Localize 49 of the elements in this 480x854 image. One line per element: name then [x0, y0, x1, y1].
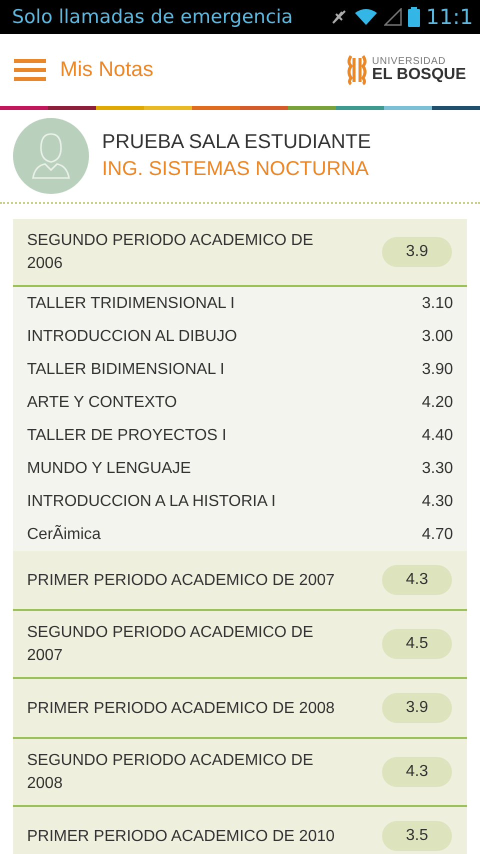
course-name: MUNDO Y LENGUAJE [27, 460, 191, 478]
avatar-icon [13, 118, 89, 194]
average-badge: 3.9 [382, 237, 452, 267]
course-name: INTRODUCCION AL DIBUJO [27, 328, 238, 346]
average-badge: 4.5 [382, 629, 452, 659]
logo-subtitle: UNIVERSIDAD [372, 57, 447, 67]
course-name: TALLER BIDIMENSIONAL I [27, 360, 224, 378]
period-title: SEGUNDO PERIODO ACADEMICO DE 2006 [27, 231, 314, 274]
average-badge: 4.3 [382, 565, 452, 595]
battery-icon [408, 7, 420, 27]
average-badge: 4.3 [382, 757, 452, 787]
period-title: PRIMER PERIODO ACADEMICO DE 2010 [27, 826, 335, 846]
program-name: ING. SISTEMAS NOCTURNA [102, 158, 370, 181]
period-row[interactable]: PRIMER PERIODO ACADEMICO DE 2008 3.9 [13, 679, 467, 739]
course-name: ARTE Y CONTEXTO [27, 394, 177, 412]
average-badge: 3.5 [382, 821, 452, 851]
menu-button[interactable] [14, 58, 46, 82]
period-title: SEGUNDO PERIODO ACADEMICO DE 2007 [27, 623, 314, 666]
course-name: CerÃimica [27, 526, 101, 544]
course-grade: 3.90 [422, 360, 453, 378]
mute-icon [330, 8, 348, 26]
course-name: INTRODUCCION A LA HISTORIA I [27, 492, 276, 510]
period-row[interactable]: SEGUNDO PERIODO ACADEMICO DE 2007 4.5 [13, 611, 467, 679]
logo-title: EL BOSQUE [372, 67, 466, 83]
clock-time: 11:1 [426, 5, 474, 29]
course-grade: 3.10 [422, 294, 453, 312]
course-grade: 4.30 [422, 492, 453, 510]
average-badge: 3.9 [382, 693, 452, 723]
logo-icon [345, 54, 370, 86]
menu-icon [14, 58, 46, 82]
period-title: PRIMER PERIODO ACADEMICO DE 2007 [27, 570, 335, 590]
period-title: SEGUNDO PERIODO ACADEMICO DE 2008 [27, 751, 314, 794]
course-grade: 3.30 [422, 460, 453, 478]
student-name: PRUEBA SALA ESTUDIANTE [102, 131, 371, 154]
course-name: TALLER TRIDIMENSIONAL I [27, 294, 235, 312]
period-title: PRIMER PERIODO ACADEMICO DE 2008 [27, 698, 335, 718]
course-grade: 3.00 [422, 328, 453, 346]
period-row[interactable]: PRIMER PERIODO ACADEMICO DE 2010 3.5 [13, 807, 467, 854]
period-row[interactable]: PRIMER PERIODO ACADEMICO DE 2007 4.3 [13, 551, 467, 611]
page-title: Mis Notas [60, 58, 154, 82]
signal-icon [384, 8, 402, 26]
course-name: TALLER DE PROYECTOS I [27, 426, 226, 444]
course-grade: 4.70 [422, 526, 453, 544]
wifi-icon [354, 8, 378, 26]
course-grade: 4.40 [422, 426, 453, 444]
period-row[interactable]: SEGUNDO PERIODO ACADEMICO DE 2006 3.9 [13, 219, 467, 287]
period-row[interactable]: SEGUNDO PERIODO ACADEMICO DE 2008 4.3 [13, 739, 467, 807]
course-grade: 4.20 [422, 394, 453, 412]
status-text: Solo llamadas de emergencia [12, 6, 293, 28]
